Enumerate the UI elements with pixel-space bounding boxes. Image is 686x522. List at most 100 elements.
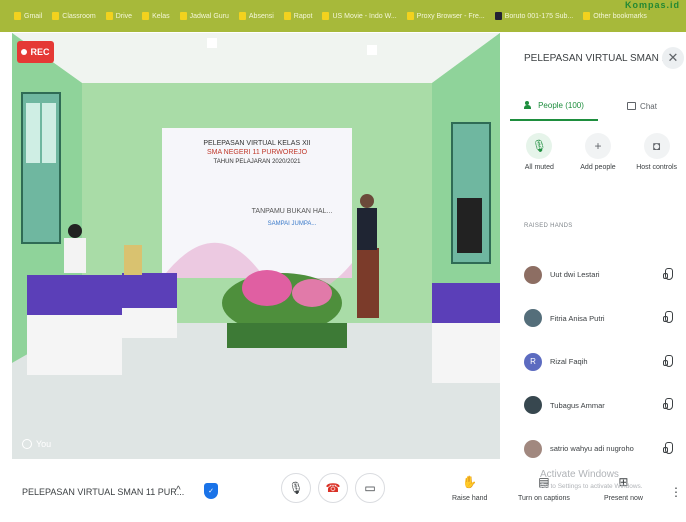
- bookmark-item[interactable]: Other bookmarks: [583, 12, 647, 20]
- mic-button[interactable]: 🎙: [281, 473, 311, 503]
- bookmark-item[interactable]: Boruto 001-175 Sub...: [494, 12, 574, 20]
- leave-call-button[interactable]: ☎: [318, 473, 348, 503]
- camera-button[interactable]: ▭: [355, 473, 385, 503]
- raised-hand-icon[interactable]: [662, 267, 674, 282]
- raised-hands-heading: RAISED HANDS: [524, 223, 573, 229]
- add-people-label: Add people: [580, 164, 616, 171]
- add-people-button[interactable]: + Add people: [570, 133, 626, 189]
- people-panel: PELEPASAN VIRTUAL SMAN 11 PU... ✕ People…: [510, 33, 686, 463]
- bookmark-item[interactable]: US Movie - Indo W...: [322, 12, 397, 20]
- raised-hand-icon[interactable]: [662, 311, 674, 325]
- meeting-title: PELEPASAN VIRTUAL SMAN 11 PUR...: [22, 487, 185, 497]
- host-controls-button[interactable]: ◘ Host controls: [629, 133, 685, 189]
- self-name: You: [36, 439, 52, 449]
- hand-icon: ✋: [462, 475, 478, 489]
- tab-people-label: People (100): [538, 100, 584, 110]
- bookmark-folder-icon: [14, 12, 21, 20]
- raised-hand-icon[interactable]: [662, 354, 674, 369]
- bookmark-label: Gmail: [24, 12, 43, 20]
- mic-off-icon: 🎙: [526, 133, 553, 159]
- tab-chat-label: Chat: [640, 101, 657, 111]
- camera-icon: ▭: [364, 481, 376, 495]
- add-person-icon: +: [584, 133, 611, 159]
- mic-icon: 🎙: [288, 481, 304, 495]
- more-options-button[interactable]: ⋮: [670, 485, 682, 499]
- bookmark-label: US Movie - Indo W...: [332, 12, 397, 20]
- self-view-label: You: [22, 439, 51, 449]
- list-item[interactable]: Fitria Anisa Putri: [510, 297, 686, 341]
- participant-name: Tubagus Ammar: [550, 400, 605, 410]
- bookmark-folder-icon: [105, 12, 113, 20]
- watermark-title: Activate Windows: [540, 469, 619, 480]
- bookmarks-bar: Gmail Classroom Drive Kelas Jadwal Guru Absen…: [0, 0, 686, 32]
- bookmark-label: Other bookmarks: [593, 12, 647, 20]
- raise-hand-button[interactable]: ✋ Raise hand: [452, 475, 487, 502]
- mute-all-button[interactable]: 🎙 All muted: [511, 133, 567, 189]
- stage-scene: PELEPASAN VIRTUAL KELAS XII SMA NEGERI 1…: [12, 33, 500, 459]
- bookmark-label: Boruto 001-175 Sub...: [504, 12, 574, 20]
- svg-text:TAHUN PELAJARAN 2020/2021: TAHUN PELAJARAN 2020/2021: [214, 159, 302, 165]
- participant-name: Uut dwi Lestari: [550, 270, 600, 280]
- list-item[interactable]: Tubagus Ammar: [510, 384, 686, 428]
- list-item[interactable]: R Rizal Faqih: [510, 340, 686, 384]
- video-stage[interactable]: PELEPASAN VIRTUAL KELAS XII SMA NEGERI 1…: [12, 33, 500, 459]
- bookmark-folder-icon: [583, 12, 591, 20]
- participant-name: Fitria Anisa Putri: [550, 313, 605, 323]
- bookmark-item[interactable]: Absensi: [238, 12, 274, 20]
- host-shield-icon[interactable]: ✓: [204, 483, 218, 499]
- tab-people[interactable]: People (100): [510, 91, 598, 121]
- bookmark-folder-icon: [142, 12, 150, 20]
- watermark-subtitle: Go to Settings to activate Windows.: [540, 483, 643, 490]
- avatar: [524, 309, 542, 328]
- raised-hand-icon[interactable]: [662, 441, 674, 456]
- bookmark-label: Rapot: [293, 12, 313, 20]
- raised-hand-icon[interactable]: [662, 398, 674, 412]
- bookmark-folder-icon: [494, 12, 502, 20]
- chat-icon: [627, 102, 637, 110]
- bookmark-item[interactable]: Proxy Browser - Fre...: [406, 12, 485, 20]
- close-panel-button[interactable]: ✕: [662, 47, 684, 69]
- svg-text:TANPAMU BUKAN HAL...: TANPAMU BUKAN HAL...: [252, 208, 333, 215]
- pin-icon[interactable]: [22, 439, 32, 449]
- avatar: [524, 265, 542, 284]
- bookmark-label: Absensi: [248, 12, 274, 20]
- bookmark-item[interactable]: Rapot: [283, 12, 313, 20]
- brand-watermark: Kompas.id: [624, 0, 680, 10]
- bookmark-item[interactable]: Classroom: [52, 12, 96, 20]
- svg-text:SMA NEGERI 11 PURWOREJO: SMA NEGERI 11 PURWOREJO: [207, 149, 308, 156]
- bookmark-folder-icon: [406, 12, 414, 20]
- present-label: Present now: [604, 495, 643, 502]
- phone-hangup-icon: ☎: [325, 481, 341, 495]
- recording-dot-icon: [21, 49, 28, 55]
- close-icon: ✕: [667, 50, 679, 65]
- bookmark-item[interactable]: Gmail: [14, 12, 42, 20]
- svg-text:SAMPAI JUMPA...: SAMPAI JUMPA...: [268, 221, 317, 227]
- bookmark-folder-icon: [322, 12, 330, 20]
- shield-lock-icon: ◘: [643, 133, 670, 159]
- bookmark-label: Jadwal Guru: [189, 12, 229, 20]
- avatar: [524, 396, 542, 415]
- participant-name: satrio wahyu adi nugroho: [550, 444, 634, 454]
- more-vert-icon: ⋮: [670, 485, 682, 499]
- participant-name: Rizal Faqih: [550, 357, 588, 367]
- svg-text:PELEPASAN VIRTUAL KELAS XII: PELEPASAN VIRTUAL KELAS XII: [203, 140, 310, 147]
- bookmark-folder-icon: [283, 12, 291, 20]
- avatar: [524, 439, 542, 458]
- bookmark-item[interactable]: Jadwal Guru: [179, 12, 229, 20]
- tab-chat[interactable]: Chat: [598, 91, 686, 121]
- panel-actions: 🎙 All muted + Add people ◘ Host controls: [510, 133, 686, 189]
- panel-tabs: People (100) Chat: [510, 91, 686, 121]
- bookmark-item[interactable]: Drive: [105, 12, 133, 20]
- chevron-up-icon: ^: [176, 485, 181, 496]
- bookmark-item[interactable]: Kelas: [142, 12, 170, 20]
- raise-hand-label: Raise hand: [452, 495, 488, 502]
- bookmark-label: Classroom: [62, 12, 96, 20]
- raised-hands-list: Uut dwi Lestari Fitria Anisa Putri R Riz…: [510, 253, 686, 471]
- meeting-details-button[interactable]: ^: [176, 485, 181, 496]
- avatar: R: [524, 352, 542, 371]
- mute-all-label: All muted: [524, 164, 554, 171]
- bookmark-label: Proxy Browser - Fre...: [416, 12, 485, 20]
- bookmark-label: Drive: [115, 12, 133, 20]
- list-item[interactable]: Uut dwi Lestari: [510, 253, 686, 297]
- bookmark-folder-icon: [179, 12, 187, 20]
